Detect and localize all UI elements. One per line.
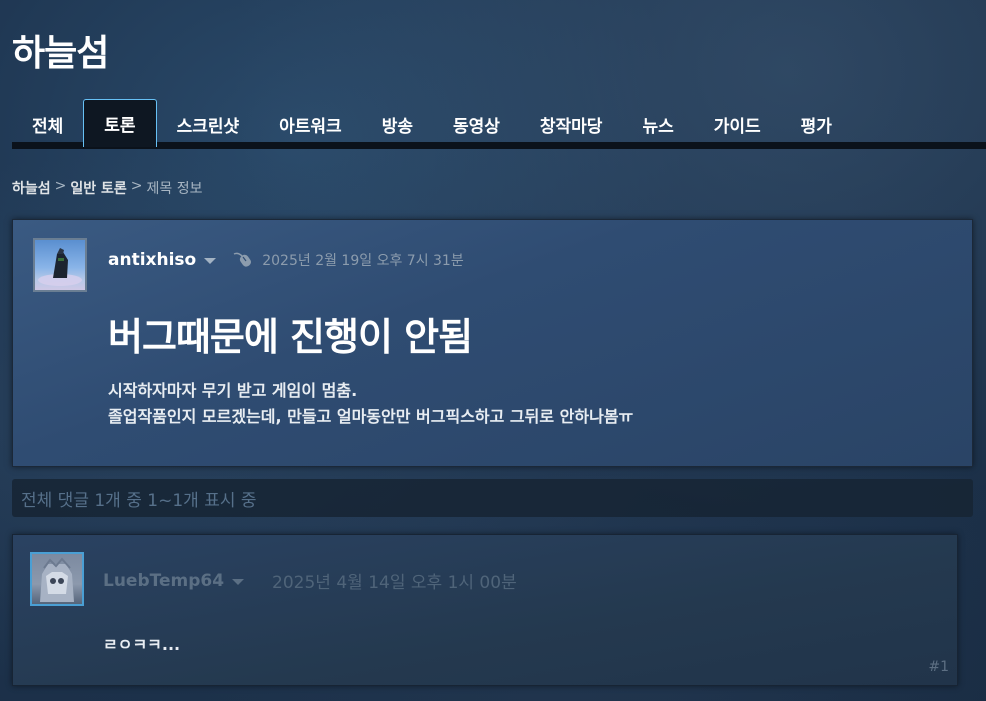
mouse-icon xyxy=(232,251,254,269)
avatar-image xyxy=(40,557,74,602)
tab-videos[interactable]: 동영상 xyxy=(433,101,520,147)
tab-screenshots[interactable]: 스크린샷 xyxy=(157,101,260,147)
tab-broadcasts[interactable]: 방송 xyxy=(362,101,433,147)
tab-guides[interactable]: 가이드 xyxy=(694,101,781,147)
tab-reviews[interactable]: 평가 xyxy=(781,101,852,147)
topic-title: 버그때문에 진행이 안됨 xyxy=(108,315,473,359)
post-timestamp: 2025년 2월 19일 오후 7시 31분 xyxy=(262,253,464,269)
avatar-image xyxy=(38,248,82,286)
author-name[interactable]: antixhiso xyxy=(108,250,196,270)
topic-body-line: 시작하자마자 무기 받고 게임이 멈춤. xyxy=(108,381,358,400)
tab-news[interactable]: 뉴스 xyxy=(622,101,693,147)
tab-workshop[interactable]: 창작마당 xyxy=(520,101,623,147)
tab-discussions[interactable]: 토론 xyxy=(83,99,157,147)
topic-body: 시작하자마자 무기 받고 게임이 멈춤. 졸업작품인지 모르겠는데, 만들고 얼… xyxy=(108,378,633,430)
breadcrumb: 하늘섬 > 일반 토론 > 제목 정보 xyxy=(12,178,203,198)
breadcrumb-game[interactable]: 하늘섬 xyxy=(12,178,51,198)
reply-author-name[interactable]: LuebTemp64 xyxy=(103,571,224,591)
breadcrumb-separator: > xyxy=(130,178,143,194)
reply-author-row: LuebTemp64 2025년 4월 14일 오후 1시 00분 xyxy=(103,568,517,594)
tab-all[interactable]: 전체 xyxy=(12,101,83,147)
comment-count-bar: 전체 댓글 1개 중 1~1개 표시 중 xyxy=(12,479,973,517)
reply-card: LuebTemp64 2025년 4월 14일 오후 1시 00분 ㄹㅇㅋㅋ..… xyxy=(12,534,958,686)
tab-artwork[interactable]: 아트워크 xyxy=(259,101,362,147)
reply-body: ㄹㅇㅋㅋ... xyxy=(103,635,181,654)
tab-bar: 전체 토론 스크린샷 아트워크 방송 동영상 창작마당 뉴스 가이드 평가 xyxy=(12,97,986,147)
app-title: 하늘섬 xyxy=(12,33,109,74)
reply-author-dropdown-icon[interactable] xyxy=(232,578,245,585)
breadcrumb-general-discussion[interactable]: 일반 토론 xyxy=(70,178,126,198)
author-avatar[interactable] xyxy=(33,238,87,292)
reply-avatar[interactable] xyxy=(30,552,84,606)
author-row: antixhiso 2025년 2월 19일 오후 7시 31분 xyxy=(108,250,464,270)
topic-body-line: 졸업작품인지 모르겠는데, 만들고 얼마동안만 버그픽스하고 그뒤로 안하나봄ㅠ xyxy=(108,407,634,426)
breadcrumb-separator: > xyxy=(54,178,67,194)
topic-card: antixhiso 2025년 2월 19일 오후 7시 31분 버그때문에 진… xyxy=(12,219,973,467)
author-dropdown-icon[interactable] xyxy=(204,258,217,264)
reply-timestamp: 2025년 4월 14일 오후 1시 00분 xyxy=(272,573,517,593)
breadcrumb-current: 제목 정보 xyxy=(146,181,203,197)
reply-index[interactable]: #1 xyxy=(928,659,949,675)
